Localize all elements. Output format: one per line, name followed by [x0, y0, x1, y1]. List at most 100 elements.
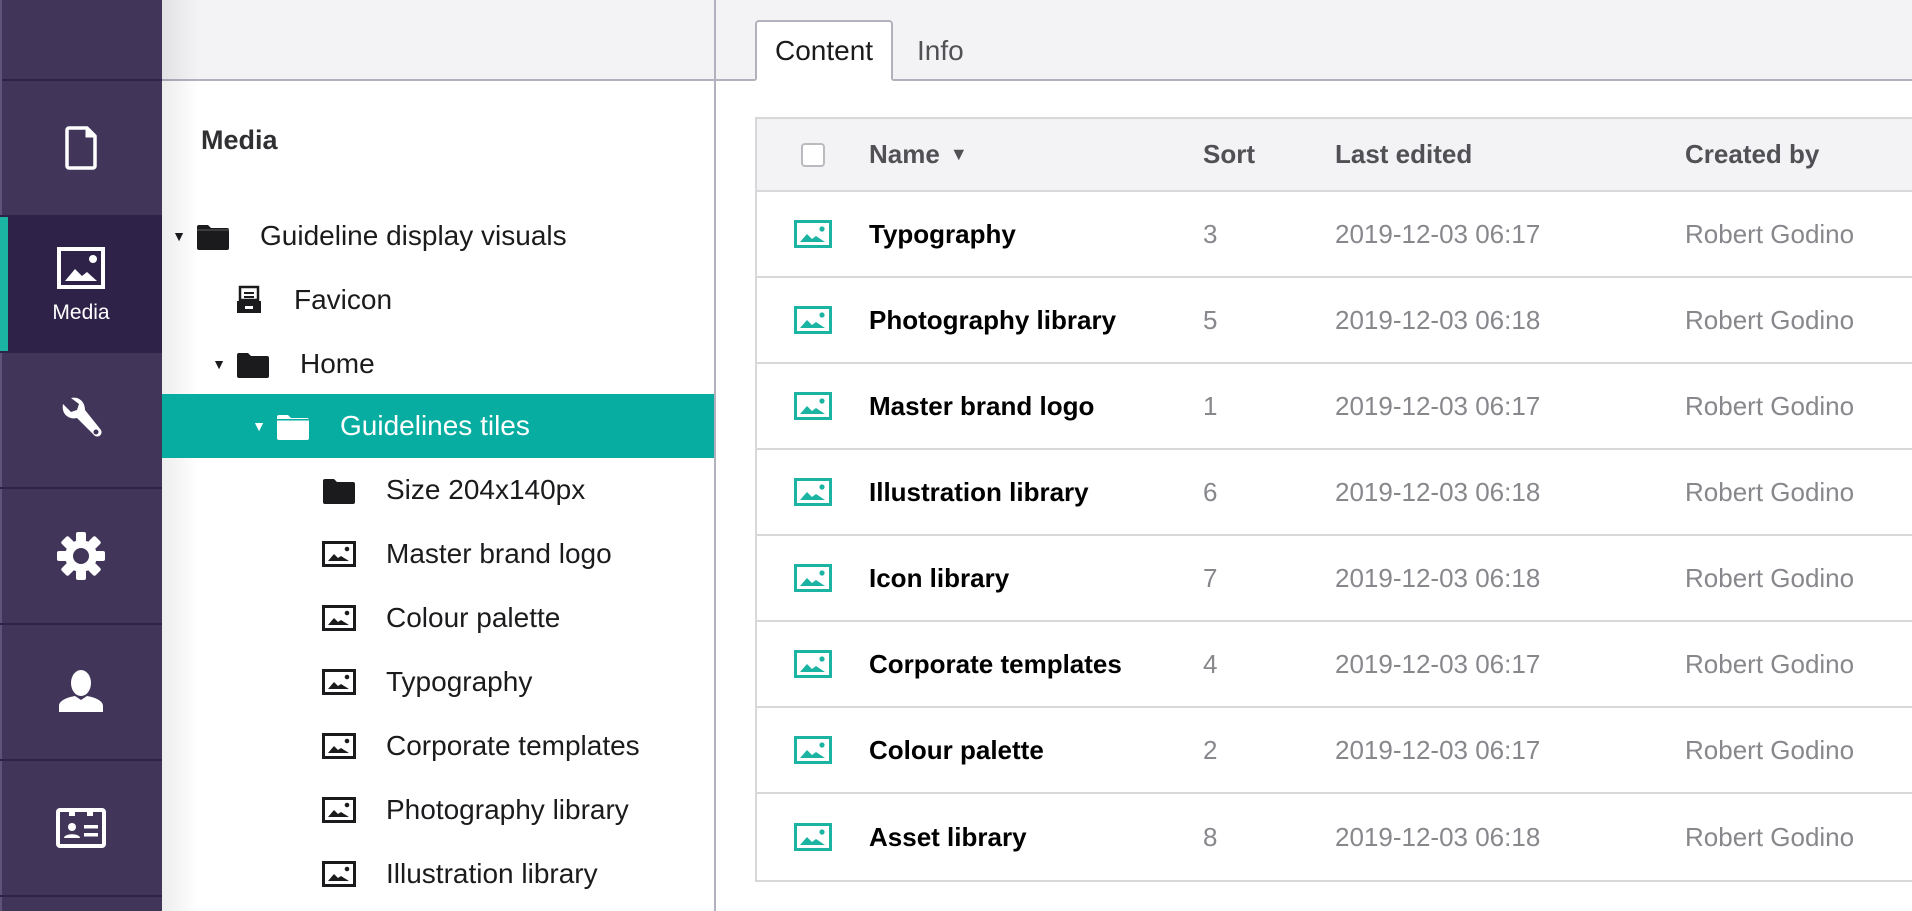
image-icon — [320, 603, 358, 633]
row-last-edited: 2019-12-03 06:17 — [1335, 218, 1541, 249]
image-icon — [320, 795, 358, 825]
tree-node-label: Illustration library — [386, 858, 598, 889]
table-row[interactable]: Icon library 7 2019-12-03 06:18 Robert G… — [757, 536, 1912, 622]
row-name[interactable]: Asset library — [869, 822, 1203, 853]
row-sort: 3 — [1203, 218, 1218, 249]
user-icon — [59, 670, 103, 712]
table-row[interactable]: Asset library 8 2019-12-03 06:18 Robert … — [757, 794, 1912, 880]
app: Media Media ▼ Guideline display visuals … — [0, 0, 1912, 911]
table-row[interactable]: Master brand logo 1 2019-12-03 06:17 Rob… — [757, 364, 1912, 450]
table-row[interactable]: Corporate templates 4 2019-12-03 06:17 R… — [757, 622, 1912, 708]
row-sort: 5 — [1203, 304, 1218, 335]
tree-node-size-204x140px[interactable]: Size 204x140px — [162, 458, 714, 522]
section-media[interactable]: Media — [0, 217, 162, 353]
tree-node-label: Typography — [386, 666, 533, 697]
image-icon — [794, 564, 832, 592]
section-content[interactable] — [0, 81, 162, 217]
main-content: Content Info Name ▼ Sort Last edited Cre… — [716, 0, 1912, 911]
table-header: Name ▼ Sort Last edited Created by — [757, 119, 1912, 192]
table-body: Typography 3 2019-12-03 06:17 Robert God… — [757, 192, 1912, 880]
tab-info[interactable]: Info — [899, 20, 982, 81]
tree-title: Media — [201, 125, 278, 155]
tree-header — [162, 0, 714, 81]
folder-icon — [274, 411, 312, 441]
row-created-by: Robert Godino — [1685, 562, 1855, 593]
image-icon — [794, 306, 832, 334]
caret-down-icon[interactable]: ▼ — [212, 356, 226, 372]
row-last-edited: 2019-12-03 06:17 — [1335, 390, 1541, 421]
image-icon — [794, 650, 832, 678]
image-icon — [57, 247, 105, 289]
section-packages[interactable] — [0, 489, 162, 625]
section-media-label: Media — [52, 301, 110, 324]
table-row[interactable]: Typography 3 2019-12-03 06:17 Robert God… — [757, 192, 1912, 278]
image-icon — [794, 478, 832, 506]
row-name[interactable]: Photography library — [869, 305, 1203, 336]
row-created-by: Robert Godino — [1685, 390, 1855, 421]
row-last-edited: 2019-12-03 06:18 — [1335, 304, 1541, 335]
row-name[interactable]: Colour palette — [869, 735, 1203, 766]
row-sort: 8 — [1203, 821, 1218, 852]
table-row[interactable]: Illustration library 6 2019-12-03 06:18 … — [757, 450, 1912, 536]
sort-desc-icon: ▼ — [949, 144, 968, 164]
tree-node-corporate-templates[interactable]: Corporate templates — [162, 714, 714, 778]
section-settings[interactable] — [0, 353, 162, 489]
tab-content[interactable]: Content — [755, 20, 894, 81]
tree-node-colour-palette[interactable]: Colour palette — [162, 586, 714, 650]
tree-node-home[interactable]: ▼ Home — [162, 332, 714, 396]
caret-down-icon[interactable]: ▼ — [252, 418, 266, 434]
document-icon — [65, 126, 97, 170]
tree-node-label: Photography library — [386, 794, 629, 825]
row-sort: 6 — [1203, 476, 1218, 507]
image-icon — [320, 731, 358, 761]
tree-node-label: Home — [300, 348, 375, 379]
row-name[interactable]: Corporate templates — [869, 649, 1203, 680]
select-all-checkbox[interactable] — [801, 142, 825, 167]
row-last-edited: 2019-12-03 06:18 — [1335, 821, 1541, 852]
row-last-edited: 2019-12-03 06:18 — [1335, 476, 1541, 507]
row-created-by: Robert Godino — [1685, 476, 1855, 507]
row-name[interactable]: Typography — [869, 219, 1203, 250]
row-last-edited: 2019-12-03 06:18 — [1335, 562, 1541, 593]
column-header-name-label: Name — [869, 139, 940, 169]
tree-node-label: Corporate templates — [386, 730, 640, 761]
row-created-by: Robert Godino — [1685, 734, 1855, 765]
tab-bar: Content Info — [716, 0, 1912, 81]
tree-node-label: Size 204x140px — [386, 474, 586, 505]
row-name[interactable]: Master brand logo — [869, 391, 1203, 422]
row-sort: 2 — [1203, 734, 1218, 765]
column-header-name[interactable]: Name ▼ — [869, 139, 1203, 170]
id-card-icon — [56, 808, 106, 848]
tree-node-typography[interactable]: Typography — [162, 650, 714, 714]
row-last-edited: 2019-12-03 06:17 — [1335, 734, 1541, 765]
tree-node-label: Colour palette — [386, 602, 561, 633]
sections-nav: Media — [0, 0, 162, 911]
image-icon — [320, 667, 358, 697]
tree-node-label: Guideline display visuals — [260, 220, 567, 251]
tree-node-guideline-display-visuals[interactable]: ▼ Guideline display visuals — [162, 204, 714, 268]
tree-node-photography-library[interactable]: Photography library — [162, 778, 714, 842]
row-name[interactable]: Icon library — [869, 563, 1203, 594]
row-sort: 4 — [1203, 648, 1218, 679]
column-header-sort[interactable]: Sort — [1203, 139, 1335, 170]
column-header-last-edited[interactable]: Last edited — [1335, 139, 1685, 170]
tree-node-illustration-library[interactable]: Illustration library — [162, 842, 714, 906]
tree-node-master-brand-logo[interactable]: Master brand logo — [162, 522, 714, 586]
section-users[interactable] — [0, 625, 162, 761]
wrench-icon — [62, 397, 102, 437]
column-header-created-by[interactable]: Created by — [1685, 139, 1912, 170]
caret-down-icon[interactable]: ▼ — [172, 228, 186, 244]
table-row[interactable]: Colour palette 2 2019-12-03 06:17 Robert… — [757, 708, 1912, 794]
tree-node-guidelines-tiles[interactable]: ▼ Guidelines tiles — [162, 394, 714, 458]
row-name[interactable]: Illustration library — [869, 477, 1203, 508]
tree-node-favicon[interactable]: Favicon — [162, 268, 714, 332]
image-icon — [794, 736, 832, 764]
table-row[interactable]: Photography library 5 2019-12-03 06:18 R… — [757, 278, 1912, 364]
media-tree-panel: Media ▼ Guideline display visuals Favico… — [162, 0, 716, 911]
section-members[interactable] — [0, 761, 162, 897]
row-sort: 7 — [1203, 562, 1218, 593]
image-icon — [794, 392, 832, 420]
file-drawer-icon — [234, 285, 264, 315]
folder-icon — [320, 475, 358, 505]
row-created-by: Robert Godino — [1685, 304, 1855, 335]
